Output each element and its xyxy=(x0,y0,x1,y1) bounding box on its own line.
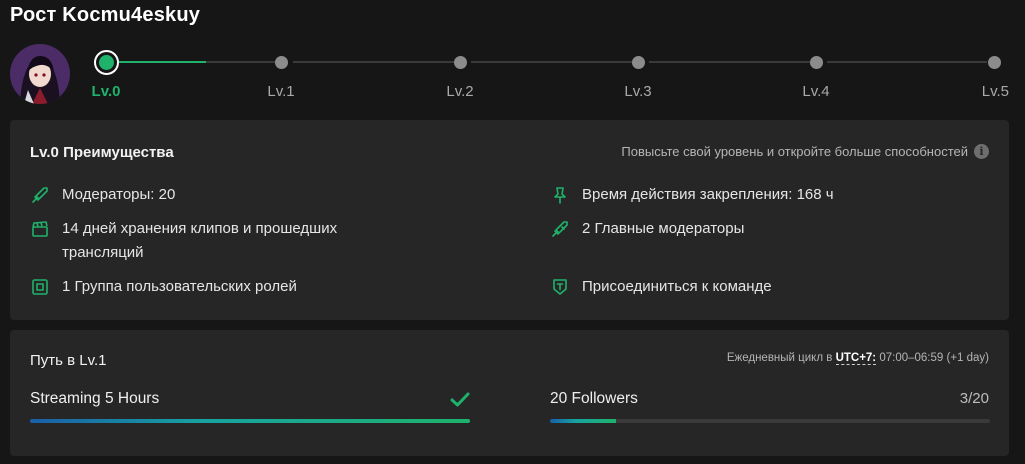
team-shield-icon xyxy=(550,277,570,297)
task-progress-bar xyxy=(550,419,990,423)
benefit-item: 1 Группа пользовательских ролей xyxy=(30,275,450,299)
role-group-icon xyxy=(30,277,50,297)
level-label: Lv.1 xyxy=(267,83,295,100)
track-line xyxy=(293,61,454,63)
level-label: Lv.2 xyxy=(446,83,474,100)
check-icon xyxy=(449,390,471,415)
timezone-link[interactable]: UTC+7: xyxy=(835,352,877,365)
hint-text: Повысьте свой уровень и откройте больше … xyxy=(621,144,968,159)
benefits-panel: Lv.0 Преимущества Повысьте свой уровень … xyxy=(10,120,1009,320)
benefit-text: Присоединиться к команде xyxy=(582,278,772,295)
benefit-item: 2 Главные модераторы xyxy=(550,217,990,241)
benefit-text: Время действия закрепления: 168 ч xyxy=(582,186,834,203)
track-progress xyxy=(118,61,206,63)
clapperboard-icon xyxy=(30,219,50,239)
level-label: Lv.5 xyxy=(981,83,1009,100)
page-title: Рост Kocmu4eskuy xyxy=(10,4,201,26)
task-progress-fill xyxy=(550,419,616,423)
moderator-sword-icon xyxy=(550,219,570,239)
pin-icon xyxy=(550,185,570,205)
level-track: Lv.0 Lv.1 Lv.2 Lv.3 Lv.4 Lv.5 xyxy=(0,50,1025,110)
benefit-item: Модераторы: 20 xyxy=(30,183,450,207)
level-dot-current xyxy=(93,50,119,75)
level-label-current: Lv.0 xyxy=(91,83,121,100)
benefit-item: 14 дней хранения клипов и прошедших тран… xyxy=(30,217,380,265)
level-dot xyxy=(274,56,288,69)
task-progress-fill xyxy=(30,419,470,423)
task-count: 3/20 xyxy=(959,390,989,407)
level-dot xyxy=(987,56,1001,69)
benefit-text: 2 Главные модераторы xyxy=(582,220,745,237)
task-label: Streaming 5 Hours xyxy=(30,390,160,407)
daily-cycle: Ежедневный цикл в UTC+7: 07:00–06:59 (+1… xyxy=(726,352,989,365)
level-dot xyxy=(809,56,823,69)
track-line xyxy=(649,61,810,63)
benefit-item: Присоединиться к команде xyxy=(550,275,990,299)
benefit-text: Модераторы: 20 xyxy=(62,186,176,203)
cycle-time: 07:00–06:59 (+1 day) xyxy=(879,352,989,364)
info-icon[interactable]: i xyxy=(974,144,989,159)
level-label: Lv.3 xyxy=(624,83,652,100)
sword-icon xyxy=(30,185,50,205)
task-progress-bar xyxy=(30,419,470,423)
benefit-item: Время действия закрепления: 168 ч xyxy=(550,183,990,207)
task-label: 20 Followers xyxy=(550,390,638,407)
cycle-prefix: Ежедневный цикл в xyxy=(726,352,833,364)
level-label: Lv.4 xyxy=(802,83,830,100)
path-panel: Путь в Lv.1 Ежедневный цикл в UTC+7: 07:… xyxy=(10,330,1009,456)
track-line xyxy=(827,61,987,63)
benefit-text: 1 Группа пользовательских ролей xyxy=(62,278,297,295)
level-dot xyxy=(453,56,467,69)
level-up-hint: Повысьте свой уровень и откройте больше … xyxy=(621,144,989,159)
level-dot xyxy=(631,56,645,69)
path-title: Путь в Lv.1 xyxy=(30,352,107,369)
benefit-text: 14 дней хранения клипов и прошедших тран… xyxy=(62,220,338,261)
benefits-title: Lv.0 Преимущества xyxy=(30,144,174,161)
track-line xyxy=(471,61,632,63)
